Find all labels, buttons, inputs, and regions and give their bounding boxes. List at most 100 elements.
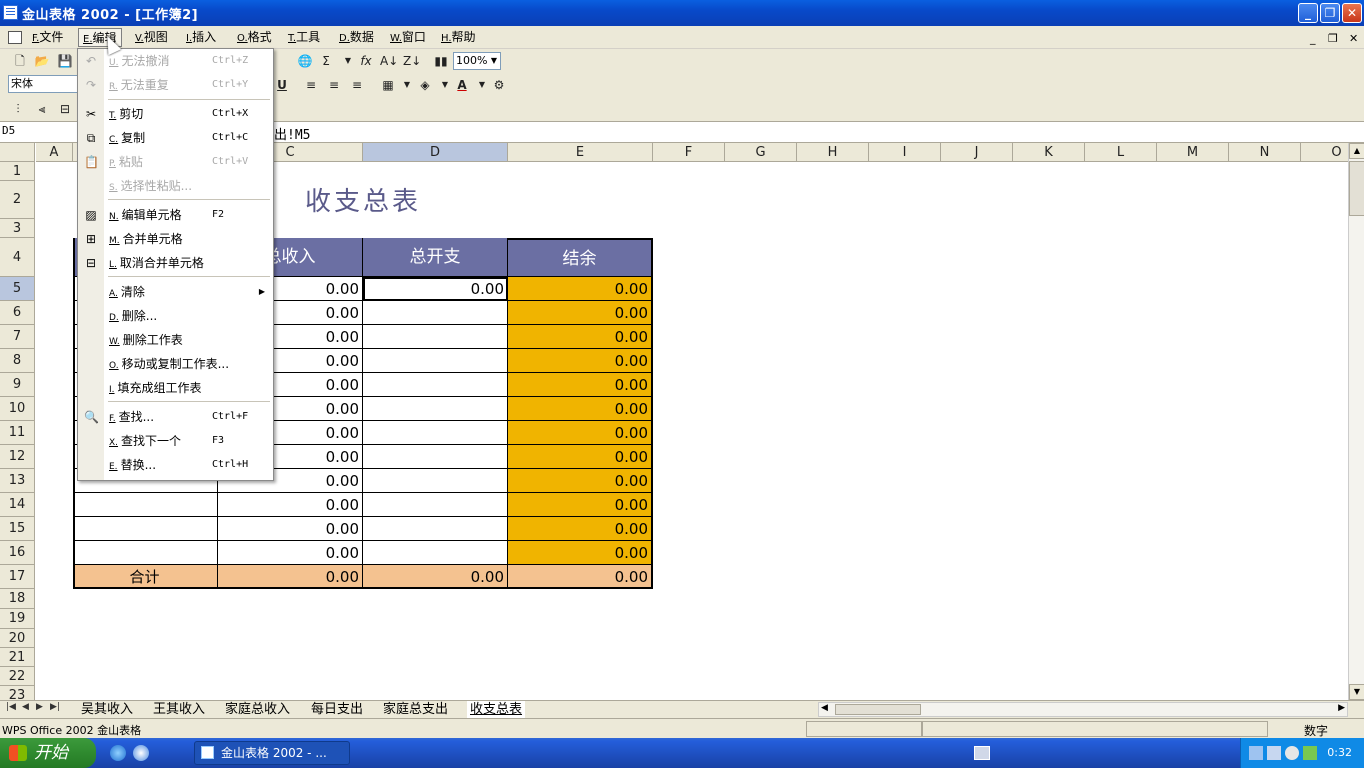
row-header[interactable]: 22 [0, 667, 35, 686]
row-header[interactable]: 8 [0, 349, 35, 373]
row-header[interactable]: 4 [0, 238, 35, 277]
menu-insert[interactable]: I.插入 [182, 28, 220, 47]
prev-sheet-icon[interactable]: ◀ [22, 702, 29, 712]
table-cell[interactable] [363, 373, 508, 397]
row-header[interactable]: 18 [0, 589, 35, 609]
autosum-icon[interactable]: Σ [318, 53, 334, 69]
function-icon[interactable]: fx [358, 53, 374, 69]
table-cell[interactable] [363, 445, 508, 469]
menu-help[interactable]: H.帮助 [437, 28, 480, 47]
row-header[interactable]: 16 [0, 541, 35, 565]
sort-descending-icon[interactable]: Z↓ [403, 53, 421, 69]
table-cell[interactable] [363, 349, 508, 373]
underline-icon[interactable]: U [274, 77, 290, 93]
edit-menu-item[interactable]: ⧉ C. 复制 Ctrl+C [78, 127, 273, 149]
table-header-cell[interactable]: 结余 [508, 238, 653, 277]
table-cell[interactable] [363, 493, 508, 517]
borders-dropdown-icon[interactable]: ▼ [399, 77, 415, 93]
borders-icon[interactable]: ▦ [380, 77, 396, 93]
zoom-select[interactable]: 100% ▼ [453, 52, 501, 70]
edit-menu-item[interactable]: W. 删除工作表 [78, 329, 273, 351]
table-cell[interactable]: 0.00 [508, 325, 653, 349]
minimize-button[interactable]: _ [1298, 3, 1318, 23]
save-icon[interactable]: 💾 [57, 53, 73, 69]
row-header[interactable]: 14 [0, 493, 35, 517]
row-header[interactable]: 20 [0, 629, 35, 648]
horizontal-scrollbar[interactable]: ◀ ▶ [818, 702, 1348, 717]
table-cell[interactable]: 0.00 [508, 469, 653, 493]
hscroll-thumb[interactable] [835, 704, 921, 715]
menu-file[interactable]: F.文件 [28, 28, 67, 47]
column-header-o[interactable]: O [1301, 143, 1348, 162]
menu-tools[interactable]: T.工具 [284, 28, 324, 47]
edit-menu-item[interactable]: ▨ N. 编辑单元格 F2 [78, 204, 273, 226]
sheet-tab[interactable]: 吴其收入 [78, 701, 136, 718]
menu-format[interactable]: O.格式 [233, 28, 276, 47]
doc-restore-button[interactable]: ❐ [1328, 32, 1338, 45]
table-cell[interactable]: 0.00 [508, 445, 653, 469]
row-header[interactable]: 17 [0, 565, 35, 589]
align-left-icon[interactable]: ≡ [303, 77, 319, 93]
column-header-h[interactable]: H [797, 143, 869, 162]
ie-icon[interactable] [110, 745, 126, 761]
edit-menu-item[interactable]: D. 删除... [78, 305, 273, 327]
row-header[interactable]: 23 [0, 686, 35, 700]
menu-view[interactable]: V.视图 [131, 28, 172, 47]
total-cell[interactable]: 0.00 [363, 565, 508, 589]
table-cell[interactable]: 0.00 [508, 493, 653, 517]
edit-menu-item[interactable]: E. 替换... Ctrl+H [78, 454, 273, 476]
network-icon[interactable] [1249, 746, 1263, 760]
keyboard-icon[interactable] [974, 746, 990, 760]
table-cell[interactable] [73, 517, 218, 541]
sheet-tab[interactable]: 家庭总收入 [222, 701, 293, 718]
row-header[interactable]: 3 [0, 219, 35, 238]
row-header[interactable]: 10 [0, 397, 35, 421]
row-header[interactable]: 7 [0, 325, 35, 349]
scroll-down-icon[interactable]: ▼ [1349, 684, 1364, 700]
doc-minimize-button[interactable]: _ [1310, 32, 1316, 45]
table-cell[interactable] [363, 541, 508, 565]
table-cell[interactable]: 0.00 [508, 517, 653, 541]
menu-window[interactable]: W.窗口 [386, 28, 430, 47]
table-cell[interactable]: 0.00 [218, 541, 363, 565]
column-header-m[interactable]: M [1157, 143, 1229, 162]
row-header[interactable]: 1 [0, 162, 35, 181]
edit-menu-item[interactable]: O. 移动或复制工作表... [78, 353, 273, 375]
table-cell[interactable]: 0.00 [508, 373, 653, 397]
security-icon[interactable] [1303, 746, 1317, 760]
column-header-l[interactable]: L [1085, 143, 1157, 162]
table-cell[interactable] [363, 421, 508, 445]
select-all-corner[interactable] [0, 143, 35, 162]
scroll-up-icon[interactable]: ▲ [1349, 143, 1364, 159]
font-color-icon[interactable]: A [454, 77, 470, 93]
last-sheet-icon[interactable]: ▶| [50, 702, 60, 712]
outline-icon[interactable]: ⊟ [57, 101, 73, 117]
dropdown-arrow-icon[interactable]: ▼ [340, 53, 356, 69]
edit-menu-item[interactable]: A. 清除 ▶ [78, 281, 273, 303]
desktop-icon[interactable] [133, 745, 149, 761]
row-header[interactable]: 21 [0, 648, 35, 667]
scroll-thumb[interactable] [1349, 161, 1364, 216]
table-cell[interactable] [363, 301, 508, 325]
next-sheet-icon[interactable]: ▶ [36, 702, 43, 712]
sheet-tab[interactable]: 家庭总支出 [380, 701, 451, 718]
total-cell[interactable]: 0.00 [218, 565, 363, 589]
new-file-icon[interactable]: 🗋 [12, 53, 28, 69]
table-cell[interactable]: 0.00 [508, 421, 653, 445]
align-center-icon[interactable]: ≡ [326, 77, 342, 93]
align-right-icon[interactable]: ≡ [349, 77, 365, 93]
table-cell[interactable]: 0.00 [218, 493, 363, 517]
web-icon[interactable]: 🌐 [297, 53, 313, 69]
table-cell[interactable]: 0.00 [218, 517, 363, 541]
row-header[interactable]: 12 [0, 445, 35, 469]
open-folder-icon[interactable]: 📂 [34, 53, 50, 69]
edit-menu-item[interactable]: ✂ T. 剪切 Ctrl+X [78, 103, 273, 125]
table-cell[interactable] [363, 325, 508, 349]
table-cell[interactable]: 0.00 [508, 349, 653, 373]
fill-color-icon[interactable]: ◈ [417, 77, 433, 93]
column-header-a[interactable]: A [36, 143, 73, 162]
active-cell[interactable]: 0.00 [363, 277, 508, 301]
font-color-dropdown-icon[interactable]: ▼ [474, 77, 490, 93]
row-header[interactable]: 15 [0, 517, 35, 541]
table-cell[interactable] [363, 517, 508, 541]
